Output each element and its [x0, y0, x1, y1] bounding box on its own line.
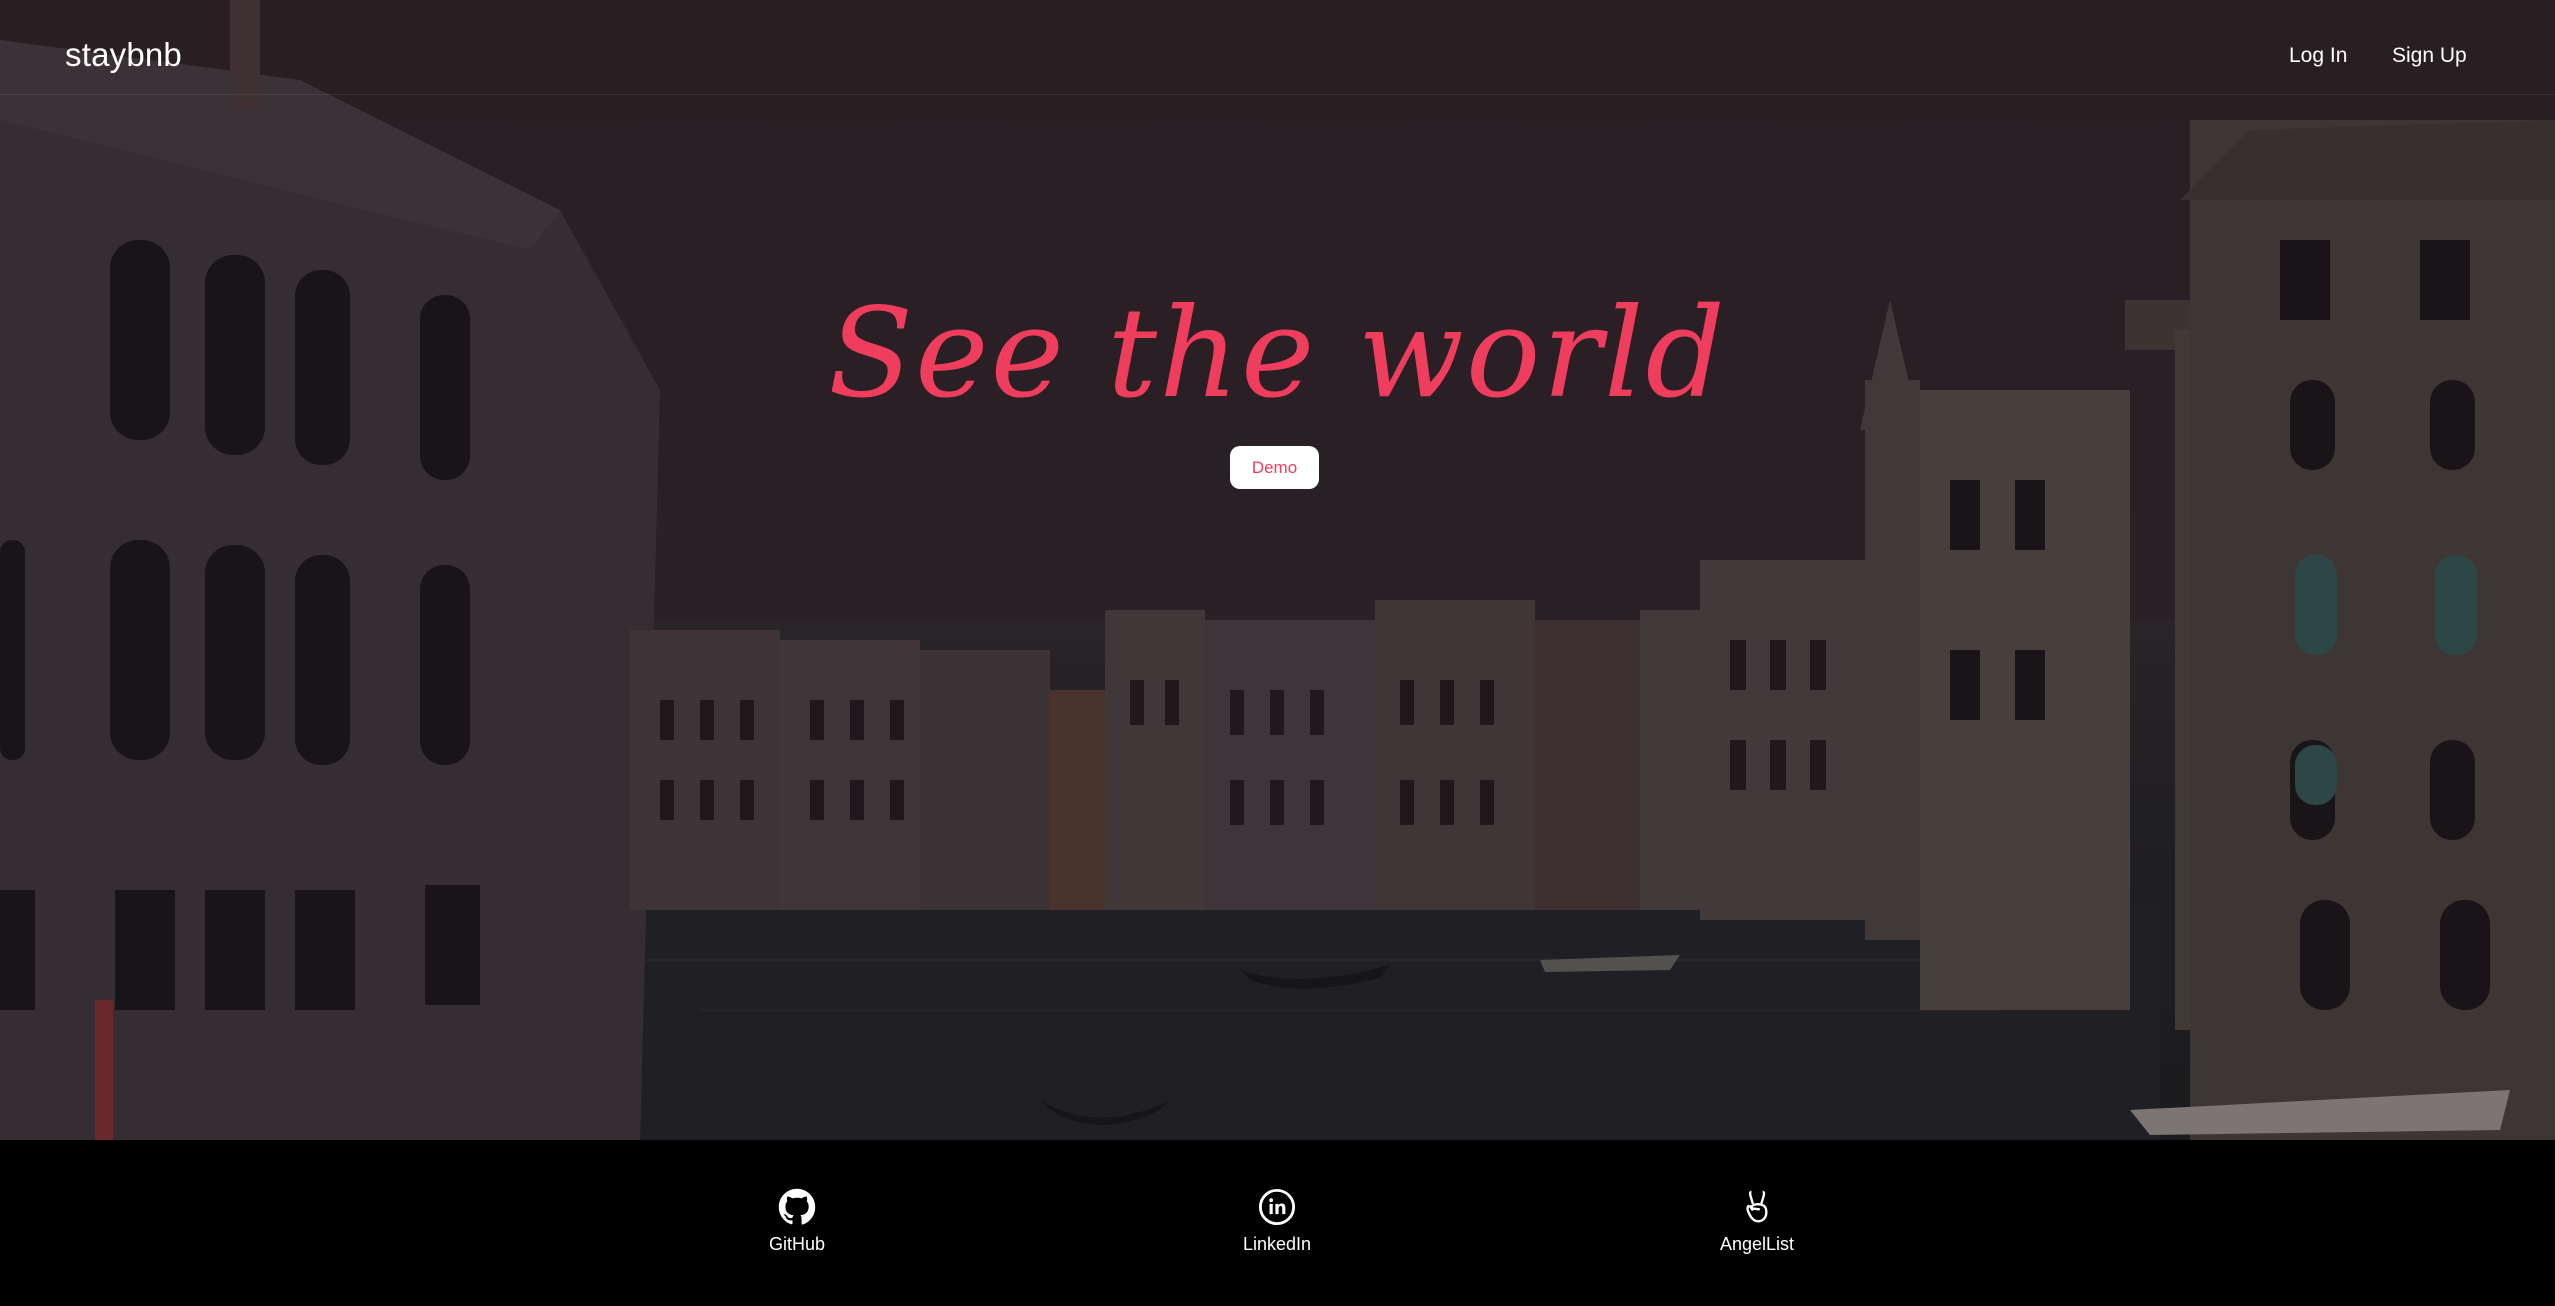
linkedin-icon	[1258, 1188, 1296, 1226]
login-link[interactable]: Log In	[2289, 44, 2347, 68]
signup-link[interactable]: Sign Up	[2392, 44, 2467, 68]
venice-canal-background-image	[0, 0, 2555, 1140]
top-navigation-bar: staybnb Log In Sign Up	[0, 0, 2555, 95]
demo-button[interactable]: Demo	[1230, 446, 1319, 489]
staybnb-logo[interactable]: staybnb	[65, 36, 182, 74]
github-link[interactable]: GitHub	[717, 1188, 877, 1255]
angellist-link[interactable]: AngelList	[1677, 1188, 1837, 1255]
linkedin-label: LinkedIn	[1242, 1234, 1312, 1254]
angellist-label: AngelList	[1719, 1234, 1795, 1254]
linkedin-link[interactable]: LinkedIn	[1197, 1188, 1357, 1255]
github-label: GitHub	[768, 1234, 826, 1254]
footer: GitHub LinkedIn AngelList	[0, 1140, 2555, 1306]
github-icon	[778, 1188, 816, 1225]
hero-headline: See the world	[828, 282, 1727, 426]
hero-section: staybnb Log In Sign Up See the world Dem…	[0, 0, 2555, 1140]
angellist-icon	[1746, 1190, 1768, 1223]
